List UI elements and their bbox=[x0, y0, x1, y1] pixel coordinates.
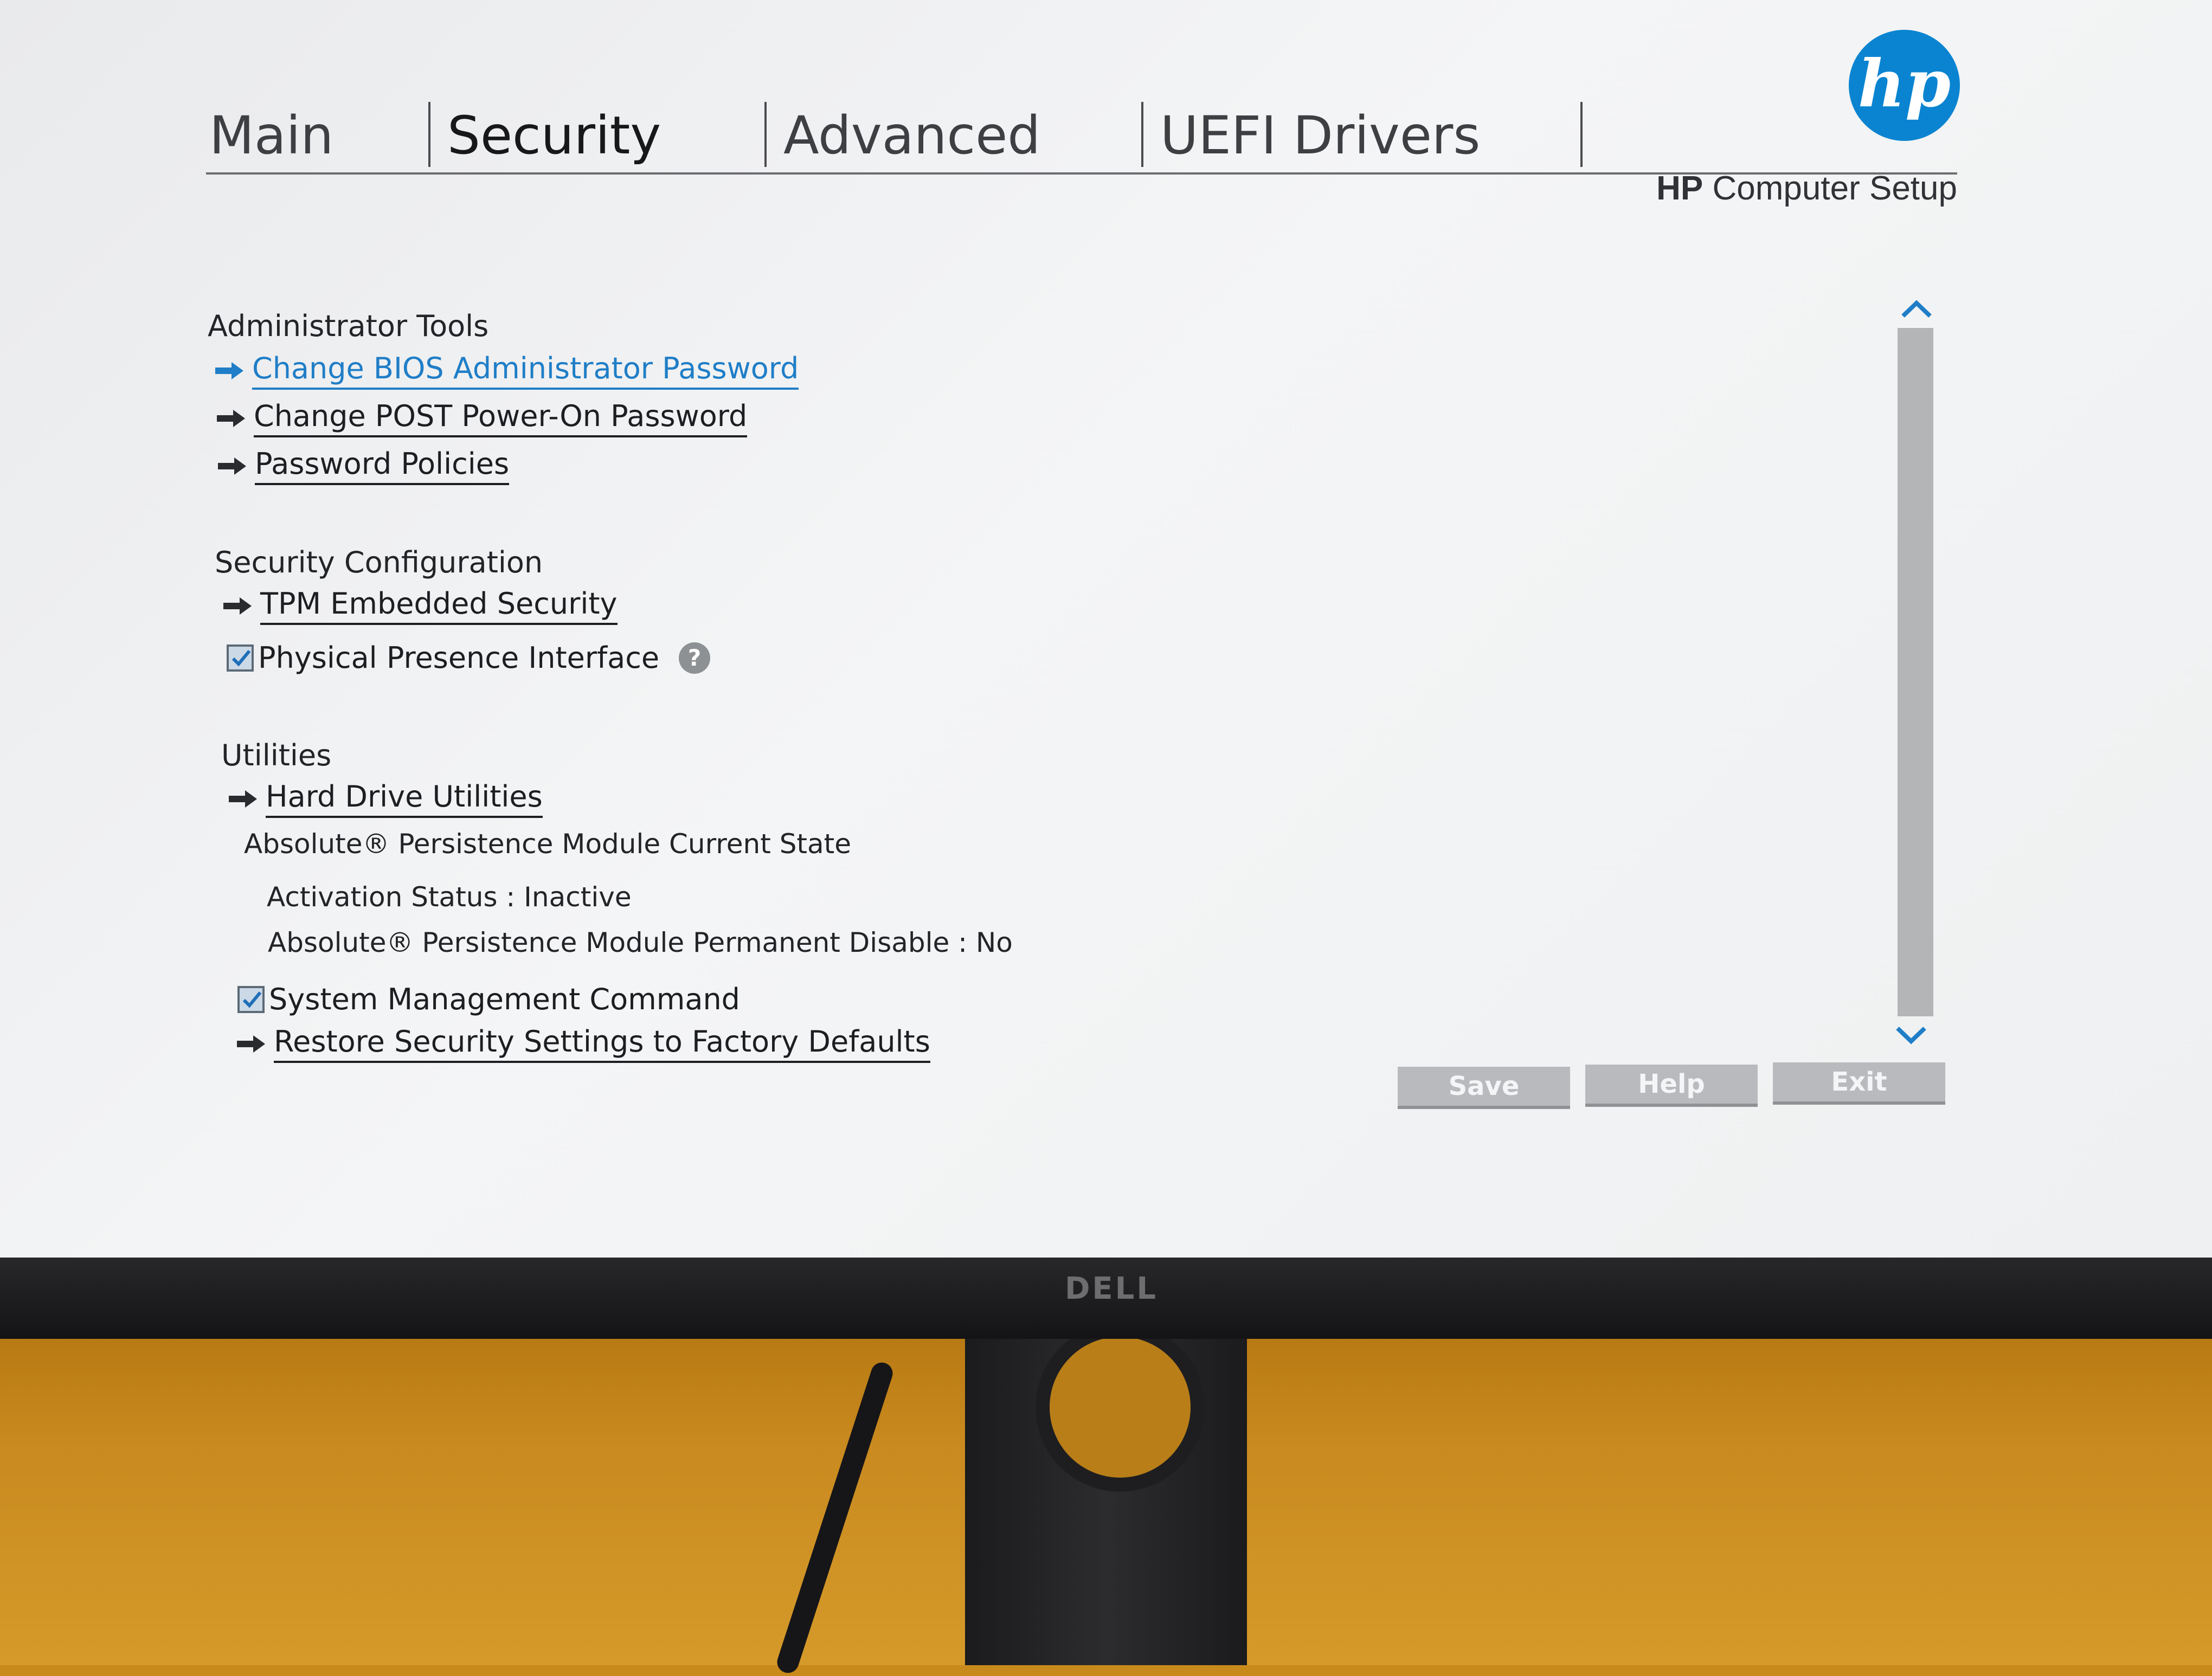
tab-divider bbox=[1141, 102, 1143, 167]
arrow-right-icon bbox=[216, 409, 246, 428]
option-physical-presence-interface: Physical Presence Interface ? bbox=[227, 641, 711, 675]
smc-checkbox[interactable] bbox=[237, 985, 265, 1013]
help-button[interactable]: Help bbox=[1585, 1065, 1758, 1107]
checkmark-icon bbox=[242, 991, 262, 1008]
tab-uefi-drivers[interactable]: UEFI Drivers bbox=[1160, 98, 1480, 173]
tab-divider bbox=[764, 102, 767, 167]
chevron-up-icon[interactable] bbox=[1898, 295, 1935, 323]
ppi-checkbox[interactable] bbox=[227, 644, 254, 672]
section-title-admin-tools: Administrator Tools bbox=[208, 309, 489, 343]
arrow-right-icon bbox=[236, 1034, 266, 1054]
menu-item-label: Change BIOS Administrator Password bbox=[252, 351, 799, 390]
tab-bar: Main Security Advanced UEFI Drivers bbox=[206, 98, 1795, 173]
menu-item-hard-drive-utilities[interactable]: Hard Drive Utilities bbox=[228, 779, 543, 818]
ppi-label: Physical Presence Interface bbox=[258, 641, 660, 675]
dell-logo: DELL bbox=[1064, 1271, 1159, 1306]
hp-logo: hp bbox=[1849, 30, 1960, 141]
tab-advanced[interactable]: Advanced bbox=[783, 98, 1040, 173]
option-system-management-command: System Management Command bbox=[237, 982, 740, 1016]
menu-item-change-bios-admin-password[interactable]: Change BIOS Administrator Password bbox=[214, 351, 799, 390]
menu-item-label: Change POST Power-On Password bbox=[254, 399, 748, 437]
arrow-right-icon bbox=[228, 789, 258, 809]
tab-security[interactable]: Security bbox=[447, 98, 661, 173]
stand-cable-hole bbox=[1036, 1323, 1205, 1492]
absolute-module-state-label: Absolute® Persistence Module Current Sta… bbox=[244, 828, 852, 860]
menu-item-change-post-password[interactable]: Change POST Power-On Password bbox=[216, 399, 748, 437]
bios-screen: Main Security Advanced UEFI Drivers hp H… bbox=[0, 0, 2212, 1258]
tab-divider bbox=[1580, 102, 1583, 167]
activation-status: Activation Status : Inactive bbox=[267, 881, 632, 913]
product-name-rest: Computer Setup bbox=[1703, 170, 1957, 207]
arrow-right-icon bbox=[222, 596, 253, 616]
product-name: HP Computer Setup bbox=[1654, 169, 1957, 208]
menu-item-tpm-embedded-security[interactable]: TPM Embedded Security bbox=[222, 586, 618, 625]
permanent-disable-status: Absolute® Persistence Module Permanent D… bbox=[268, 927, 1013, 958]
exit-button[interactable]: Exit bbox=[1773, 1062, 1945, 1105]
menu-item-restore-security-defaults[interactable]: Restore Security Settings to Factory Def… bbox=[236, 1024, 930, 1063]
menu-item-label: Restore Security Settings to Factory Def… bbox=[274, 1024, 930, 1063]
menu-item-password-policies[interactable]: Password Policies bbox=[217, 447, 510, 485]
chevron-down-icon[interactable] bbox=[1892, 1022, 1930, 1049]
tab-main[interactable]: Main bbox=[209, 98, 333, 173]
arrow-right-icon bbox=[217, 456, 247, 476]
scrollbar-track[interactable] bbox=[1898, 328, 1933, 1016]
save-button[interactable]: Save bbox=[1398, 1067, 1570, 1109]
section-title-utilities: Utilities bbox=[221, 738, 332, 772]
menu-item-label: TPM Embedded Security bbox=[260, 586, 618, 625]
product-name-bold: HP bbox=[1656, 170, 1703, 207]
checkmark-icon bbox=[232, 649, 251, 666]
arrow-right-icon bbox=[214, 361, 245, 381]
tab-divider bbox=[428, 102, 430, 167]
section-title-security-configuration: Security Configuration bbox=[215, 545, 543, 579]
question-icon[interactable]: ? bbox=[679, 642, 711, 674]
menu-item-label: Hard Drive Utilities bbox=[266, 779, 543, 818]
smc-label: System Management Command bbox=[269, 982, 740, 1016]
menu-item-label: Password Policies bbox=[255, 447, 510, 485]
